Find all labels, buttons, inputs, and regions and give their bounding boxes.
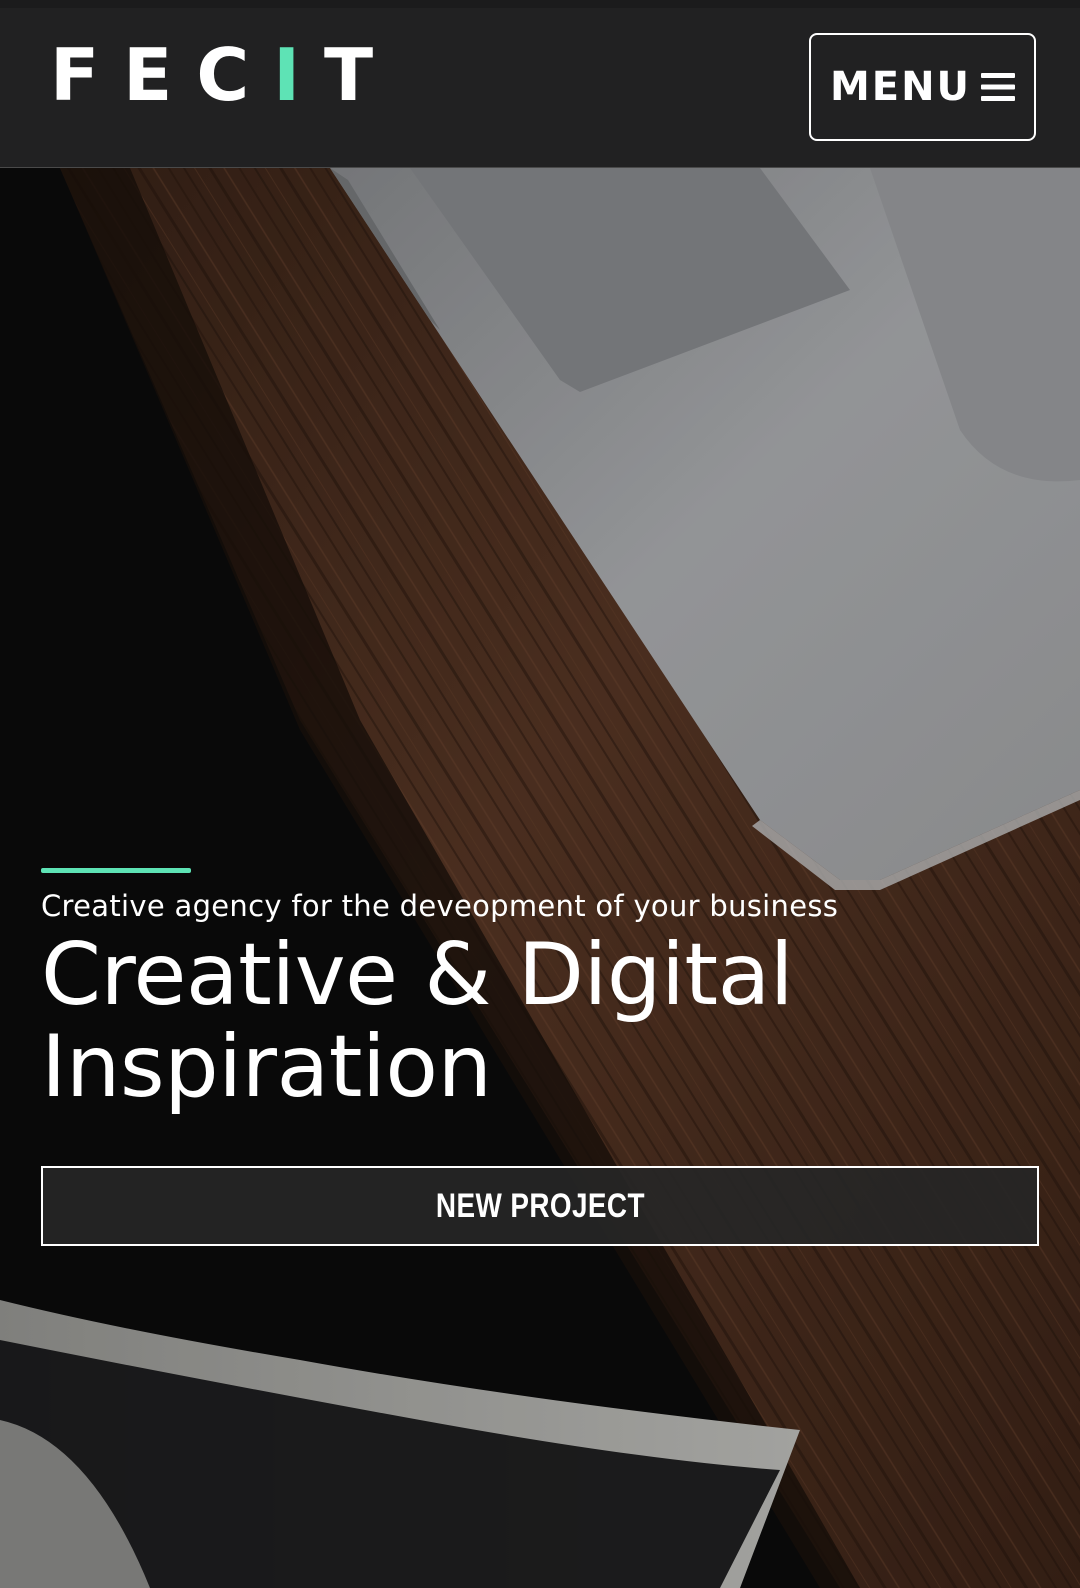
new-project-button[interactable]: NEW PROJECT [41, 1166, 1039, 1246]
logo[interactable]: FEC I T [50, 33, 398, 117]
hero-headline-line1: Creative & Digital [41, 925, 794, 1025]
hero-background-image [0, 0, 1080, 1588]
logo-text-prefix: FEC [50, 33, 274, 117]
logo-text-accent: I [273, 33, 325, 117]
accent-divider [41, 868, 191, 873]
hero-tagline: Creative agency for the deveopment of yo… [41, 889, 839, 923]
page: FEC I T MENU Creative agency for the deveo… [0, 0, 1080, 1588]
hero-headline-line2: Inspiration [41, 1017, 492, 1117]
hero-section: Creative agency for the deveopment of yo… [41, 868, 1041, 1113]
site-header: FEC I T MENU [0, 0, 1080, 168]
hero-headline: Creative & Digital Inspiration [41, 929, 1041, 1113]
new-project-button-label: NEW PROJECT [435, 1186, 645, 1225]
logo-text-suffix: T [324, 33, 398, 117]
hamburger-icon [981, 72, 1016, 102]
menu-button-label: MENU [829, 64, 972, 110]
menu-button[interactable]: MENU [809, 33, 1036, 141]
header-top-strip [0, 0, 1080, 8]
